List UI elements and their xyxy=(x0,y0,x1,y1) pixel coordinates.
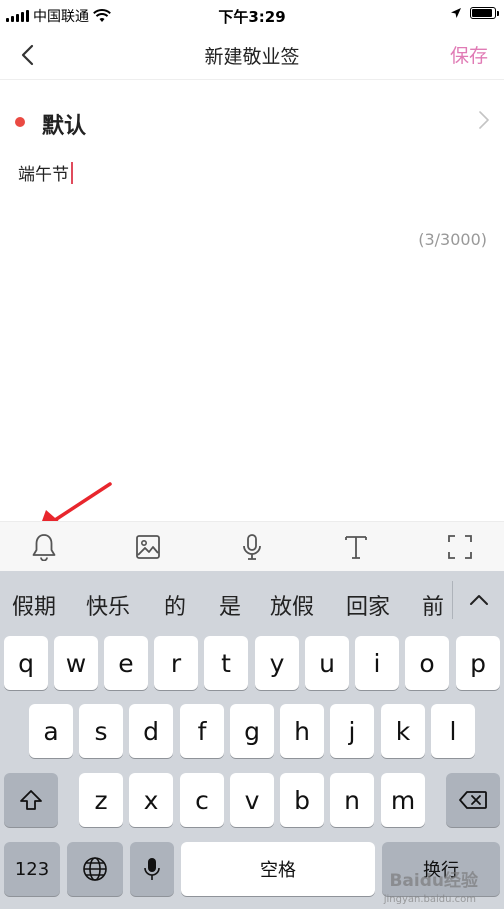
key-m[interactable]: m xyxy=(381,773,425,827)
candidate-item[interactable]: 快乐 xyxy=(86,589,130,621)
fullscreen-button[interactable] xyxy=(445,532,475,562)
character-counter: (3/3000) xyxy=(418,230,487,249)
globe-icon xyxy=(83,857,107,881)
note-content: 端午节 xyxy=(18,165,69,185)
key-t[interactable]: t xyxy=(204,636,248,690)
key-w[interactable]: w xyxy=(54,636,98,690)
status-bar: 中国联通 下午3:29 xyxy=(0,0,504,30)
key-g[interactable]: g xyxy=(230,704,274,758)
reminder-button[interactable] xyxy=(29,532,59,562)
space-key[interactable]: 空格 xyxy=(181,842,375,896)
key-b[interactable]: b xyxy=(280,773,324,827)
candidate-item[interactable]: 假期 xyxy=(12,589,56,621)
key-s[interactable]: s xyxy=(79,704,123,758)
microphone-icon xyxy=(144,858,160,880)
editor-toolbar xyxy=(0,521,504,571)
key-o[interactable]: o xyxy=(405,636,449,690)
watermark-url: jingyan.baidu.com xyxy=(383,894,476,905)
shift-icon xyxy=(20,790,42,810)
chevron-right-icon xyxy=(479,111,489,129)
key-n[interactable]: n xyxy=(330,773,374,827)
text-format-icon xyxy=(345,536,367,559)
candidate-bar: 假期 快乐 的 是 放假 回家 前 xyxy=(0,571,504,629)
status-time: 下午3:29 xyxy=(218,8,286,26)
numbers-key[interactable]: 123 xyxy=(4,842,60,896)
key-y[interactable]: y xyxy=(255,636,299,690)
shift-key[interactable] xyxy=(4,773,58,827)
bell-icon xyxy=(32,534,56,561)
status-right xyxy=(450,7,499,19)
candidate-item[interactable]: 前 xyxy=(422,589,444,621)
key-a[interactable]: a xyxy=(29,704,73,758)
candidate-item[interactable]: 放假 xyxy=(270,589,314,621)
key-e[interactable]: e xyxy=(104,636,148,690)
image-icon xyxy=(136,535,160,559)
battery-icon xyxy=(470,7,499,19)
key-j[interactable]: j xyxy=(330,704,374,758)
microphone-icon xyxy=(243,534,261,560)
page-title: 新建敬业签 xyxy=(204,46,300,68)
dictation-key[interactable] xyxy=(130,842,174,896)
delete-key[interactable] xyxy=(446,773,500,827)
category-color-dot xyxy=(15,117,25,127)
key-q[interactable]: q xyxy=(4,636,48,690)
key-d[interactable]: d xyxy=(129,704,173,758)
save-button[interactable]: 保存 xyxy=(450,41,488,68)
key-c[interactable]: c xyxy=(180,773,224,827)
backspace-icon xyxy=(459,791,487,809)
key-k[interactable]: k xyxy=(381,704,425,758)
key-u[interactable]: u xyxy=(305,636,349,690)
key-x[interactable]: x xyxy=(129,773,173,827)
key-p[interactable]: p xyxy=(456,636,500,690)
fullscreen-icon xyxy=(448,535,472,559)
key-h[interactable]: h xyxy=(280,704,324,758)
chevron-up-icon xyxy=(470,595,488,605)
candidate-item[interactable]: 的 xyxy=(164,589,186,621)
key-f[interactable]: f xyxy=(180,704,224,758)
expand-candidates-button[interactable] xyxy=(466,585,492,615)
key-v[interactable]: v xyxy=(230,773,274,827)
candidate-item[interactable]: 回家 xyxy=(346,589,390,621)
insert-image-button[interactable] xyxy=(133,532,163,562)
voice-input-button[interactable] xyxy=(237,532,267,562)
text-format-button[interactable] xyxy=(341,532,371,562)
key-l[interactable]: l xyxy=(431,704,475,758)
text-cursor xyxy=(71,161,73,184)
key-z[interactable]: z xyxy=(79,773,123,827)
candidate-divider xyxy=(452,581,453,619)
category-selector[interactable]: 默认 xyxy=(0,100,504,144)
note-editor[interactable]: 端午节 xyxy=(18,160,73,185)
language-switch-key[interactable] xyxy=(67,842,123,896)
category-label: 默认 xyxy=(42,114,87,139)
nav-bar: 新建敬业签 保存 xyxy=(0,30,504,80)
candidate-item[interactable]: 是 xyxy=(219,589,241,621)
key-i[interactable]: i xyxy=(355,636,399,690)
battery-level xyxy=(472,9,492,17)
key-r[interactable]: r xyxy=(154,636,198,690)
keyboard: 假期 快乐 的 是 放假 回家 前 q w e r t y u i o p a … xyxy=(0,571,504,909)
watermark-logo: Baidu经验 xyxy=(389,871,478,891)
location-icon xyxy=(451,8,461,18)
